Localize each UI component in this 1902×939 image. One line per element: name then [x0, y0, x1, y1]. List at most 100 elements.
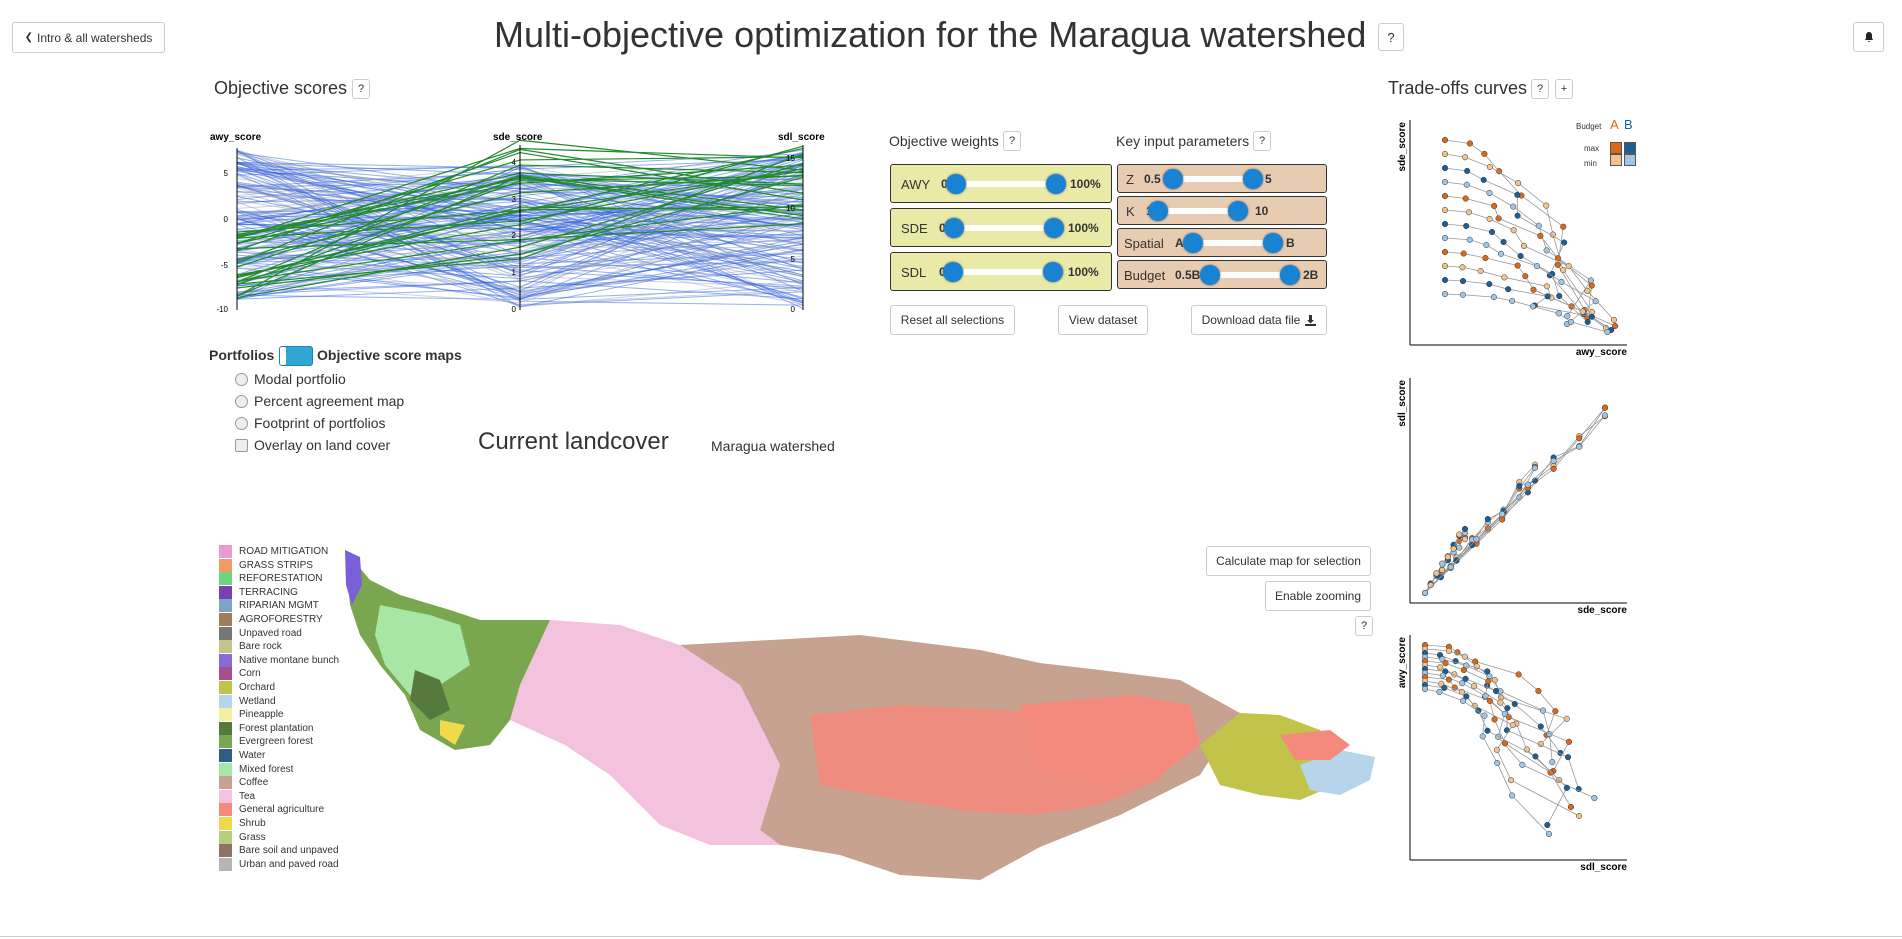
legend-label: AGROFORESTRY — [239, 614, 323, 625]
tradeoff-point — [1514, 262, 1521, 269]
legend-item: Evergreen forest — [219, 735, 313, 749]
tradeoff-point — [1591, 794, 1598, 802]
enable-zooming-button[interactable]: Enable zooming — [1265, 581, 1371, 611]
tradeoff-plot-sde-sdl[interactable]: sde_score sdl_score — [1390, 368, 1640, 618]
awy-weight-max-handle[interactable] — [1046, 174, 1066, 194]
tradeoff-curve — [1444, 181, 1592, 317]
tradeoff-point — [1460, 697, 1467, 704]
tradeoffs-help[interactable]: ? — [1531, 79, 1549, 99]
k-param-track[interactable] — [1158, 208, 1238, 214]
landcover-map[interactable] — [340, 545, 1380, 885]
tradeoff-point — [1544, 293, 1551, 300]
sdl-weight-slider[interactable]: SDL 0 100% — [890, 252, 1112, 291]
view-dataset-button[interactable]: View dataset — [1058, 305, 1148, 335]
spatial-param-min-handle[interactable] — [1183, 233, 1203, 253]
tradeoff-point — [1491, 676, 1498, 684]
tradeoff-point — [1456, 544, 1463, 551]
tradeoff-plot-sdl-awy[interactable]: sdl_score awy_score — [1390, 625, 1640, 875]
tradeoff-point — [1493, 746, 1500, 753]
sdl-weight-min-handle[interactable] — [943, 262, 963, 282]
k-param-slider[interactable]: K 1 10 — [1117, 196, 1327, 225]
z-param-max-handle[interactable] — [1243, 169, 1263, 189]
parallel-coordinates-plot[interactable]: awy_score 5 0 -5 -10 sde_score 4 3 2 1 0… — [200, 125, 840, 315]
legend-label: Bare soil and unpaved — [239, 845, 339, 857]
view-toggle[interactable] — [279, 346, 313, 366]
tradeoff-point — [1567, 803, 1574, 811]
footprint-radio[interactable] — [235, 416, 248, 430]
tradeoff-plot-awy-sde[interactable]: awy_score sde_score — [1390, 110, 1640, 360]
legend-item: Bare soil and unpaved — [219, 844, 339, 858]
key-params-title: Key input parameters — [1116, 133, 1250, 149]
awy-weight-min-handle[interactable] — [946, 174, 966, 194]
modal-portfolio-option[interactable]: Modal portfolio — [235, 371, 346, 387]
legend-item: Urban and paved road — [219, 857, 339, 871]
pc-axis-label-sde: sde_score — [493, 132, 543, 143]
add-tradeoff-button[interactable]: + — [1555, 79, 1573, 99]
legend-label: TERRACING — [239, 586, 298, 598]
sde-weight-max-handle[interactable] — [1044, 218, 1064, 238]
tradeoff-point — [1519, 761, 1526, 768]
objective-weights-help[interactable]: ? — [1003, 131, 1021, 151]
tradeoff-point — [1442, 660, 1449, 667]
spatial-param-slider[interactable]: Spatial A B — [1117, 228, 1327, 257]
sdl-weight-max-handle[interactable] — [1043, 262, 1063, 282]
tradeoff-point — [1579, 308, 1586, 315]
notification-button[interactable] — [1853, 22, 1884, 52]
tradeoff-point — [1461, 536, 1469, 543]
tradeoff-point — [1514, 191, 1521, 198]
tradeoff-point — [1479, 733, 1486, 740]
legend-item: Corn — [219, 667, 261, 681]
budget-param-slider[interactable]: Budget 0.5B 2B — [1117, 260, 1327, 289]
legend-label: Orchard — [239, 682, 276, 693]
footprint-option[interactable]: Footprint of portfolios — [235, 415, 386, 431]
back-button[interactable]: ❮ Intro & all watersheds — [12, 22, 165, 53]
download-data-button[interactable]: Download data file — [1191, 305, 1327, 335]
tradeoff-point — [1565, 263, 1572, 270]
svg-text:4: 4 — [512, 158, 517, 167]
tradeoff-point — [1462, 195, 1469, 202]
tradeoff-point — [1560, 267, 1567, 274]
k-param-max-handle[interactable] — [1228, 201, 1248, 221]
sde-weight-slider[interactable]: SDE 0 100% — [890, 208, 1112, 247]
legend-item: Forest plantation — [219, 721, 314, 735]
tradeoff-point — [1421, 685, 1429, 693]
reset-selections-button[interactable]: Reset all selections — [890, 305, 1015, 335]
tradeoff-point — [1441, 150, 1449, 158]
tradeoff-point — [1486, 215, 1493, 223]
objective-scores-help[interactable]: ? — [352, 79, 370, 99]
percent-agreement-radio[interactable] — [235, 394, 248, 408]
sde-weight-min-handle[interactable] — [944, 218, 964, 238]
k-param-min-handle[interactable] — [1148, 201, 1168, 221]
tradeoff-point — [1460, 666, 1467, 674]
legend-label: Grass — [239, 831, 266, 843]
legend-swatch — [219, 599, 232, 613]
tradeoff-point — [1466, 236, 1473, 243]
budget-param-min-handle[interactable] — [1200, 265, 1220, 285]
tradeoff-point — [1459, 277, 1467, 285]
overlay-checkbox[interactable] — [235, 438, 248, 452]
spatial-param-max-handle[interactable] — [1263, 233, 1283, 253]
legend-label: Coffee — [239, 777, 269, 789]
z-param-min-handle[interactable] — [1163, 169, 1183, 189]
tradeoff-point — [1439, 672, 1446, 679]
tradeoff-point — [1463, 222, 1470, 230]
key-params-help[interactable]: ? — [1253, 131, 1271, 151]
calculate-map-button[interactable]: Calculate map for selection — [1206, 546, 1371, 576]
svg-text:-5: -5 — [221, 261, 229, 270]
overlay-option[interactable]: Overlay on land cover — [235, 437, 390, 453]
percent-agreement-option[interactable]: Percent agreement map — [235, 393, 404, 409]
tradeoff-point — [1560, 223, 1567, 230]
tradeoff-point — [1461, 525, 1469, 533]
legend-swatch — [219, 640, 232, 654]
awy-weight-slider[interactable]: AWY 0 100% — [890, 164, 1112, 203]
title-help-button[interactable]: ? — [1378, 23, 1404, 51]
budget-param-max-handle[interactable] — [1280, 265, 1300, 285]
svg-text:5: 5 — [791, 255, 796, 264]
tradeoff-point — [1460, 250, 1467, 257]
legend-label: Unpaved road — [239, 627, 302, 639]
map-help-button[interactable]: ? — [1355, 616, 1373, 636]
z-param-slider[interactable]: Z 0.5 5 — [1117, 164, 1327, 193]
awy-weight-track[interactable] — [951, 181, 1061, 187]
tradeoff-point — [1486, 673, 1493, 680]
modal-portfolio-radio[interactable] — [235, 372, 248, 386]
